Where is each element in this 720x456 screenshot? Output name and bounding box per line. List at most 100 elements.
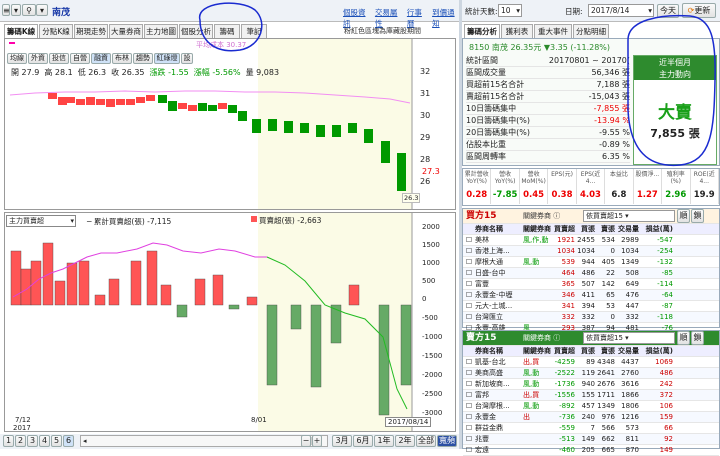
tab-chip-kline[interactable]: 籌碼K線: [4, 24, 38, 38]
tab-notes[interactable]: 筆記: [241, 24, 267, 38]
table-cell: 242: [659, 380, 673, 388]
today-button[interactable]: 今天: [657, 4, 679, 18]
stat-value: 56,346 張: [591, 68, 630, 77]
range-1y-button[interactable]: 1年: [374, 435, 394, 447]
table-row[interactable]: ☐ 台灣匯立 332 332 0 332 -118: [463, 312, 719, 323]
table-row[interactable]: ☐ 永豐金-中壢 346 411 65 476 -64: [463, 290, 719, 301]
days-select[interactable]: 10 ▾: [498, 4, 522, 17]
page-button-2[interactable]: 2: [15, 435, 26, 447]
zoom-in-icon[interactable]: +: [312, 435, 322, 447]
table-cell: 香港上海...: [475, 247, 510, 255]
tab-branch-detail[interactable]: 分點明細: [573, 24, 609, 38]
row-checkbox[interactable]: ☐: [463, 412, 475, 422]
row-checkbox[interactable]: ☐: [463, 257, 475, 267]
table-cell: 372: [659, 391, 673, 399]
flow-bar: [194, 278, 206, 306]
page-button-3[interactable]: 3: [27, 435, 38, 447]
row-checkbox[interactable]: ☐: [463, 301, 475, 311]
wide-button[interactable]: 寬頻: [437, 435, 457, 447]
table-row[interactable]: ☐ 群益金鼎 -559 7 566 573 66: [463, 423, 719, 434]
table-row[interactable]: ☐ 香港上海... 1034 1034 0 1034 -254: [463, 246, 719, 257]
chevron-down-icon[interactable]: ▾: [11, 4, 21, 16]
table-row[interactable]: ☐ 新加坡商... 風,動 -1736 940 2676 3616 242: [463, 379, 719, 390]
tab-branch-kline[interactable]: 分點K線: [39, 24, 73, 38]
candlestick: [48, 93, 57, 99]
tab-profit[interactable]: 獲利表: [501, 24, 533, 38]
row-checkbox[interactable]: ☐: [463, 423, 475, 433]
row-checkbox[interactable]: ☐: [463, 379, 475, 389]
table-cell: -85: [661, 269, 673, 277]
price-alert-link[interactable]: 到價通知: [432, 7, 459, 29]
row-checkbox[interactable]: ☐: [463, 268, 475, 278]
row-checkbox[interactable]: ☐: [463, 312, 475, 322]
table-row[interactable]: ☐ 宏遠 -460 205 665 870 149: [463, 445, 719, 456]
row-checkbox[interactable]: ☐: [463, 246, 475, 256]
table-row[interactable]: ☐ 美商高盛 風,動 -2522 119 2641 2760 486: [463, 368, 719, 379]
range-2y-button[interactable]: 2年: [395, 435, 415, 447]
table-row[interactable]: ☐ 日盛-台中 464 486 22 508 -85: [463, 268, 719, 279]
main-force-subtitle: 主力動向: [634, 69, 716, 80]
column-header: 買賣超: [554, 225, 575, 233]
buy-order-button[interactable]: 順: [677, 209, 690, 223]
chart-scrollbar[interactable]: ◂: [80, 435, 328, 447]
range-3m-button[interactable]: 3月: [332, 435, 352, 447]
page-button-5[interactable]: 5: [51, 435, 62, 447]
table-cell: 405: [601, 258, 615, 266]
table-row[interactable]: ☐ 富豐 365 507 142 649 -114: [463, 279, 719, 290]
sell-lock-button[interactable]: 鎖: [691, 331, 704, 345]
sell-sort-select[interactable]: 依買賣超15 ▾: [583, 332, 675, 344]
page-button-1[interactable]: 1: [3, 435, 14, 447]
tab-main-force-map[interactable]: 主力地圖: [144, 24, 178, 38]
vol-tick: 2000: [422, 223, 440, 231]
page-button-4[interactable]: 4: [39, 435, 50, 447]
tab-big-brokers[interactable]: 大量券商: [109, 24, 143, 38]
row-checkbox[interactable]: ☐: [463, 290, 475, 300]
tab-chips[interactable]: 籌碼: [214, 24, 240, 38]
refresh-button[interactable]: ⟳更新: [682, 3, 716, 18]
table-row[interactable]: ☐ 台灣摩根... 風,動 -892 457 1349 1806 106: [463, 401, 719, 412]
stock-name[interactable]: 南茂: [52, 5, 70, 18]
row-checkbox[interactable]: ☐: [463, 235, 475, 245]
row-checkbox[interactable]: ☐: [463, 445, 475, 455]
table-row[interactable]: ☐ 凱基-台北 出,買 -4259 89 4348 4437 1069: [463, 357, 719, 368]
row-checkbox[interactable]: ☐: [463, 279, 475, 289]
column-header: 買張: [581, 225, 595, 233]
row-checkbox[interactable]: ☐: [463, 390, 475, 400]
date-start: 7/12: [15, 416, 31, 424]
row-checkbox[interactable]: ☐: [463, 434, 475, 444]
table-row[interactable]: ☐ 富邦 出,買 -1556 155 1711 1866 372: [463, 390, 719, 401]
sell-order-button[interactable]: 順: [677, 331, 690, 345]
buy-title: 買方15: [466, 211, 497, 221]
date-picker[interactable]: 2017/8/14 ▾: [588, 4, 654, 17]
date-end-box: 2017/08/14: [385, 417, 432, 427]
buy-lock-button[interactable]: 鎖: [691, 209, 704, 223]
buy-sort-select[interactable]: 依買賣超15 ▾: [583, 210, 675, 222]
table-row[interactable]: ☐ 永豐金 出 -736 240 976 1216 159: [463, 412, 719, 423]
range-6m-button[interactable]: 6月: [353, 435, 373, 447]
tab-stock-analysis[interactable]: 個股分析: [179, 24, 213, 38]
search-icon[interactable]: ⚲: [22, 4, 36, 16]
zoom-out-icon[interactable]: −: [301, 435, 311, 447]
list-icon[interactable]: ≡: [2, 4, 10, 16]
page-button-6[interactable]: 6: [63, 435, 74, 447]
table-row[interactable]: ☐ 元大-土城... 341 394 53 447 -87: [463, 301, 719, 312]
row-checkbox[interactable]: ☐: [463, 368, 475, 378]
candlestick: [158, 95, 167, 103]
range-all-button[interactable]: 全部: [416, 435, 436, 447]
table-cell: 159: [659, 413, 673, 421]
scroll-left-icon[interactable]: ◂: [83, 437, 87, 445]
tab-major-events[interactable]: 重大事件: [534, 24, 572, 38]
tab-futures-trend[interactable]: 期現走勢: [74, 24, 108, 38]
table-row[interactable]: ☐ 美林 風,作,動 1921 2455 534 2989 -547: [463, 235, 719, 246]
stat-value: -7,855 張: [593, 104, 630, 113]
tab-chip-analysis[interactable]: 籌碼分析: [464, 24, 500, 38]
row-checkbox[interactable]: ☐: [463, 357, 475, 367]
eps-header: EPS(元): [548, 169, 577, 190]
stat-row: 買超前15名合計 7,188 張: [466, 79, 630, 91]
table-row[interactable]: ☐ 摩根大通 風,動 539 944 405 1349 -132: [463, 257, 719, 268]
row-checkbox[interactable]: ☐: [463, 401, 475, 411]
flow-bar: [228, 304, 240, 310]
table-row[interactable]: ☐ 兆豐 -513 149 662 811 92: [463, 434, 719, 445]
stock-dropdown-icon[interactable]: ▾: [36, 4, 48, 16]
flow-bar: [246, 296, 258, 306]
